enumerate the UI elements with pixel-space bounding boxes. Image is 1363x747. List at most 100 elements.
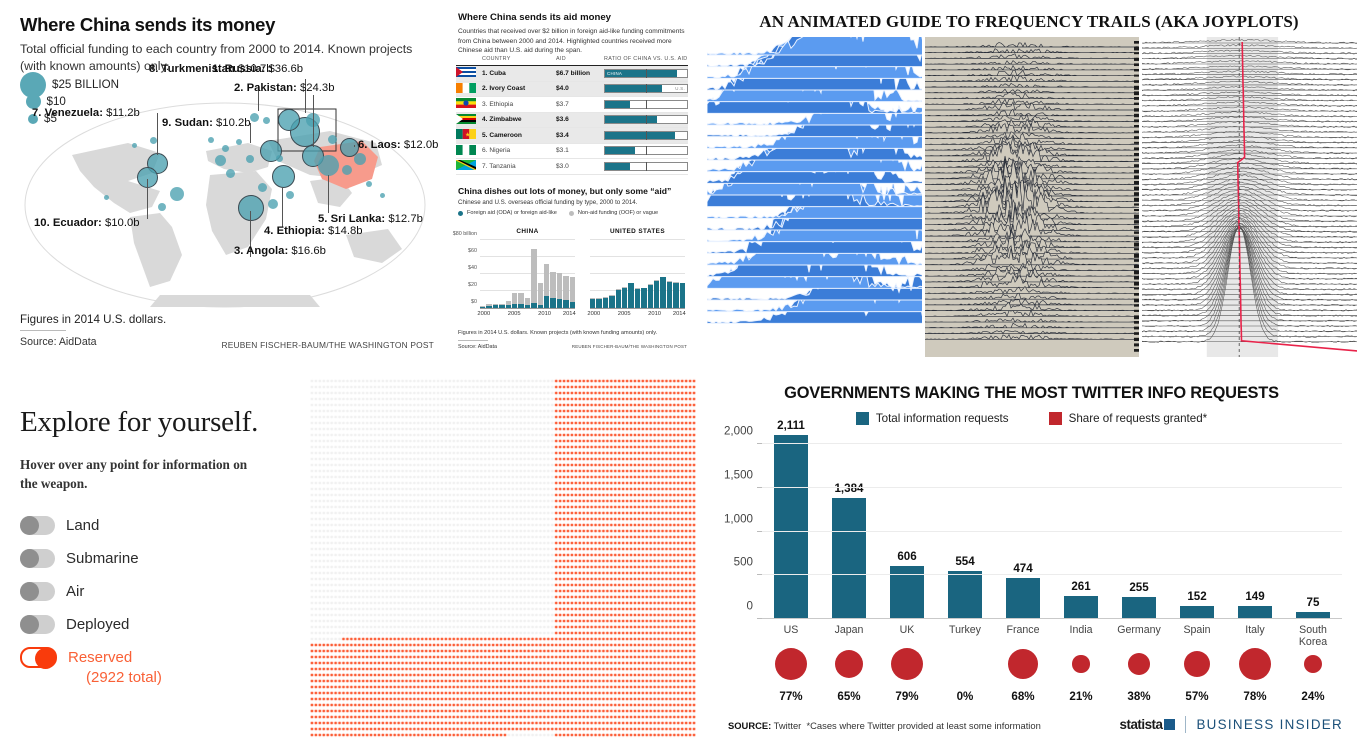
mini-chart-china-title: CHINA: [480, 228, 575, 235]
legend-row: $25 BILLION: [20, 76, 140, 93]
toggle-switch-air[interactable]: [20, 582, 55, 601]
joyplot-title: AN ANIMATED GUIDE TO FREQUENCY TRAILS (A…: [695, 0, 1363, 32]
ratio-tag-china: CHINA: [607, 71, 622, 76]
bubble-small-5[interactable]: [226, 169, 235, 178]
flag-icon: [456, 145, 478, 157]
bubble-small-3[interactable]: [263, 117, 270, 124]
toggle-switch-deployed[interactable]: [20, 615, 55, 634]
bar-column[interactable]: 606: [878, 427, 936, 619]
bubble-small-19[interactable]: [236, 139, 242, 145]
filter-toggle-list: Land Submarine Air Deployed Reserved (2922 to…: [0, 493, 300, 686]
percent-label: 0%: [957, 690, 974, 703]
bubble-small-13[interactable]: [354, 153, 366, 165]
bar[interactable]: 152: [1180, 606, 1215, 619]
bar-value-label: 75: [1307, 596, 1320, 612]
bar-column[interactable]: 75: [1284, 427, 1342, 619]
legend-swatch-granted: [1049, 412, 1062, 425]
percent-circle: [1072, 655, 1089, 672]
country-name: 5. Cameroon: [478, 132, 556, 139]
percent-circle-cell: 77%: [762, 644, 820, 703]
bar-column[interactable]: 2,111: [762, 427, 820, 619]
bar[interactable]: 1,384: [832, 498, 867, 619]
bar-column[interactable]: 261: [1052, 427, 1110, 619]
ratio-bar-fill: [605, 132, 675, 139]
bar[interactable]: 255: [1122, 597, 1157, 619]
toggle-row-submarine[interactable]: Submarine: [20, 542, 300, 575]
bubble-small-12[interactable]: [342, 165, 352, 175]
map-credit: REUBEN FISCHER-BAUM/THE WASHINGTON POST: [221, 340, 434, 350]
bar-column: [654, 280, 659, 308]
bubble-turkmenistan[interactable]: [278, 109, 300, 131]
bar-segment-oda: [622, 288, 627, 308]
bubble-small-17[interactable]: [150, 137, 157, 144]
bubble-small-15[interactable]: [170, 187, 184, 201]
weapon-dot-grid[interactable]: [310, 378, 696, 738]
toggle-row-land[interactable]: Land: [20, 509, 300, 542]
bar-segment-oda: [538, 305, 543, 308]
map-label-ecuador: 10. Ecuador: $10.0b: [34, 217, 140, 229]
bubble-small-7[interactable]: [258, 183, 267, 192]
bubble-small-14[interactable]: [328, 135, 337, 144]
x-axis-tick: 2014: [563, 311, 576, 317]
bar-column: [480, 306, 485, 308]
bubble-small-11[interactable]: [208, 137, 214, 143]
toggle-row-air[interactable]: Air: [20, 575, 300, 608]
y-axis-tick: 1,000: [724, 512, 762, 525]
bubble-small-8[interactable]: [268, 199, 278, 209]
bar[interactable]: 554: [948, 571, 983, 619]
toggle-label: Deployed: [66, 616, 129, 633]
bar-column[interactable]: 152: [1168, 427, 1226, 619]
mini-chart-us-plot: [590, 241, 685, 309]
y-axis-tick: 2,000: [724, 425, 762, 438]
bar-column[interactable]: 255: [1110, 427, 1168, 619]
aid-table-panel: Where China sends its aid money Countrie…: [450, 0, 695, 370]
y-axis-tick: 500: [734, 556, 762, 569]
y-axis-tick: 1,500: [724, 469, 762, 482]
bar-segment-oda: [635, 289, 640, 308]
bubble-small-4[interactable]: [215, 155, 226, 166]
bubble-ethiopia[interactable]: [272, 165, 295, 188]
toggle-switch-land[interactable]: [20, 516, 55, 535]
bar-column: [680, 283, 685, 308]
percent-circle-cell: 65%: [820, 644, 878, 703]
bar-column[interactable]: 1,384: [820, 427, 878, 619]
bubble-small-10[interactable]: [222, 145, 229, 152]
toggle-switch-submarine[interactable]: [20, 549, 55, 568]
flag-icon: ★: [456, 129, 478, 141]
table-row: 3. Ethiopia $3.7: [456, 97, 688, 113]
bubble-small-16[interactable]: [158, 203, 166, 211]
bar[interactable]: 261: [1064, 596, 1099, 619]
ratio-bar: [604, 115, 688, 124]
map-label-turkmenistan: 8. Turkmenistan $10.7b: [149, 63, 273, 75]
ratio-bar-fill: [605, 85, 662, 92]
bubble-srilanka[interactable]: [318, 155, 339, 176]
ratio-cell: [604, 162, 688, 171]
joyplot-grayscale-trail: [1142, 37, 1357, 357]
bubble-small-22[interactable]: [380, 193, 385, 198]
bar[interactable]: 2,111: [774, 435, 809, 619]
mini-chart-china: CHINA $80 billion $60 $40 $20 $0 2000 2005 201…: [480, 228, 575, 319]
bubble-small-21[interactable]: [366, 181, 372, 187]
statista-mark-icon: [1164, 719, 1175, 730]
bar-column[interactable]: 554: [936, 427, 994, 619]
bubble-angola[interactable]: [238, 195, 264, 221]
bubble-small-23[interactable]: [104, 195, 109, 200]
bubble-small-18[interactable]: [132, 143, 137, 148]
bar[interactable]: 474: [1006, 578, 1041, 619]
bar-column: [673, 282, 678, 308]
bar-column[interactable]: 474: [994, 427, 1052, 619]
bubble-small-9[interactable]: [286, 191, 294, 199]
toggle-switch-reserved[interactable]: [20, 647, 57, 668]
bubble-small-20[interactable]: [276, 155, 283, 162]
bubble-small-2[interactable]: [250, 113, 259, 122]
country-name: 6. Nigeria: [478, 147, 556, 154]
x-axis-tick: 2005: [508, 311, 521, 317]
aid-source: Source: AidData: [458, 344, 497, 350]
bubble-small-6[interactable]: [246, 155, 254, 163]
y-axis-tick: $40: [468, 265, 480, 271]
bar-column[interactable]: 149: [1226, 427, 1284, 619]
toggle-row-deployed[interactable]: Deployed: [20, 608, 300, 641]
bar-column: [525, 298, 530, 308]
ratio-midline: [646, 69, 647, 78]
table-row: 6. Nigeria $3.1: [456, 144, 688, 160]
